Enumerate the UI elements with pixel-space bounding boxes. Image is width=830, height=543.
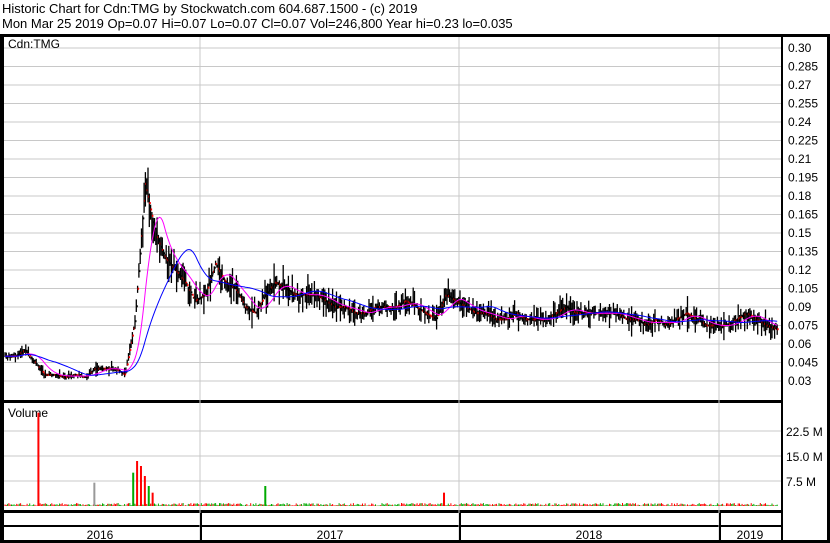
moving-average-short [5, 216, 778, 377]
price-tick-label: 0.225 [788, 134, 818, 148]
close-tick [138, 270, 141, 273]
volume-spike [443, 492, 446, 506]
volume-label: Volume [8, 406, 48, 420]
close-tick [150, 208, 153, 211]
price-tick-label: 0.24 [788, 115, 812, 129]
volume-spike [139, 466, 142, 506]
close-tick [262, 299, 264, 302]
panel-divider [0, 400, 783, 403]
close-tick [163, 252, 166, 255]
volume-tick-label: 22.5 M [786, 425, 823, 439]
close-tick [129, 348, 132, 351]
price-tick-label: 0.075 [788, 319, 818, 333]
close-tick [136, 305, 138, 308]
close-tick [214, 266, 216, 269]
symbol-label: Cdn:TMG [8, 37, 60, 51]
close-tick [92, 370, 94, 373]
price-tick-label: 0.285 [788, 60, 818, 74]
volume-divider [0, 510, 783, 513]
volume-spike [132, 472, 135, 506]
header-divider [0, 34, 830, 37]
stock-chart: Historic Chart for Cdn:TMG by Stockwatch… [0, 0, 830, 543]
year-label: 2016 [87, 528, 114, 542]
close-tick [128, 356, 130, 359]
close-tick [124, 373, 127, 376]
year-tick [200, 513, 202, 540]
volume-tick-label: 7.5 M [786, 475, 816, 489]
volume-spike [136, 461, 139, 506]
close-tick [777, 328, 779, 331]
year-label: 2018 [576, 528, 603, 542]
volume-spike [151, 492, 154, 506]
price-tick-label: 0.18 [788, 189, 812, 203]
year-tick [719, 513, 721, 540]
volume-spike [93, 482, 96, 506]
volume-spike [147, 486, 150, 506]
close-tick [32, 358, 34, 361]
close-tick [436, 317, 439, 320]
volume-spike [143, 476, 146, 506]
close-tick [149, 202, 151, 205]
price-tick-label: 0.195 [788, 171, 818, 185]
price-tick-label: 0.165 [788, 208, 818, 222]
price-tick-label: 0.03 [788, 374, 812, 388]
year-tick [459, 513, 461, 540]
close-tick [127, 363, 129, 366]
close-tick [430, 314, 432, 317]
axis-divider [781, 34, 783, 543]
close-tick [192, 293, 194, 296]
chart-svg: 0.30 0.285 0.27 0.255 0.24 0.225 0.21 0.195 0.18… [0, 34, 830, 543]
close-tick [42, 370, 45, 373]
close-tick [207, 286, 210, 289]
close-tick [132, 334, 134, 337]
close-tick [211, 274, 214, 277]
volume-tick-label: 15.0 M [786, 450, 823, 464]
price-tick-label: 0.12 [788, 263, 812, 277]
price-tick-label: 0.105 [788, 282, 818, 296]
price-tick-label: 0.09 [788, 300, 812, 314]
close-tick [142, 217, 145, 220]
close-tick [137, 287, 140, 290]
close-tick [187, 284, 189, 287]
price-tick-label: 0.255 [788, 97, 818, 111]
close-tick [135, 320, 137, 323]
price-tick-label: 0.27 [788, 78, 812, 92]
price-tick-label: 0.135 [788, 245, 818, 259]
year-label: 2017 [317, 528, 344, 542]
close-tick [190, 291, 193, 294]
price-tick-label: 0.15 [788, 226, 812, 240]
price-tick-label: 0.045 [788, 356, 818, 370]
close-tick [151, 214, 154, 217]
price-tick-label: 0.21 [788, 152, 812, 166]
close-tick [36, 362, 38, 365]
date-divider [0, 525, 783, 527]
price-tick-label: 0.06 [788, 337, 812, 351]
left-border [0, 34, 4, 543]
close-tick [140, 252, 142, 255]
price-tick-label: 0.30 [788, 41, 812, 55]
year-label: 2019 [737, 528, 764, 542]
close-tick [244, 303, 246, 306]
volume-spike [37, 412, 40, 506]
close-tick [201, 296, 203, 299]
volume-spike [264, 486, 267, 506]
